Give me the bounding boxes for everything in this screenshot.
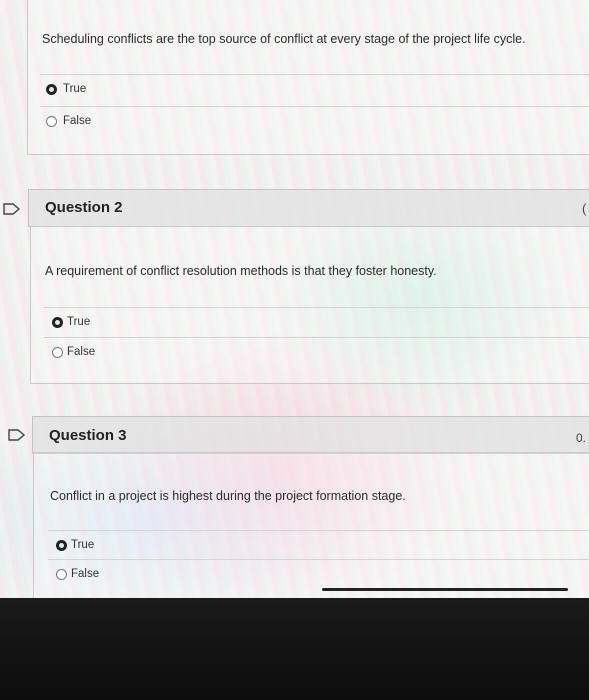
question-3-option-true[interactable]: True — [48, 530, 588, 561]
option-label: True — [71, 539, 95, 551]
option-label: False — [67, 346, 96, 358]
option-label: True — [67, 316, 91, 328]
radio-selected-icon[interactable] — [56, 540, 67, 551]
question-1-text: Scheduling conflicts are the top source … — [42, 32, 526, 46]
flag-icon — [8, 429, 26, 441]
scroll-indicator — [322, 588, 568, 591]
question-3-text: Conflict in a project is highest during … — [50, 489, 406, 503]
question-2-title: Question 2 — [45, 199, 123, 216]
radio-selected-icon[interactable] — [52, 317, 63, 328]
option-label: True — [63, 83, 87, 95]
radio-unselected-icon[interactable] — [46, 116, 57, 127]
option-label: False — [63, 115, 92, 127]
question-3-points: 0. — [576, 431, 587, 445]
radio-selected-icon[interactable] — [46, 84, 57, 95]
option-label: False — [71, 568, 100, 580]
radio-unselected-icon[interactable] — [56, 569, 67, 580]
screen-bezel — [0, 598, 589, 700]
quiz-screen: Scheduling conflicts are the top source … — [0, 0, 589, 598]
question-2-text: A requirement of conflict resolution met… — [45, 264, 437, 278]
radio-unselected-icon[interactable] — [52, 347, 63, 358]
question-2-option-false[interactable]: False — [44, 337, 589, 368]
flag-icon — [3, 203, 21, 215]
question-2-option-true[interactable]: True — [44, 307, 589, 338]
question-1-option-true[interactable]: True — [40, 74, 589, 105]
question-2-points: ( — [582, 201, 587, 216]
question-1-option-false[interactable]: False — [40, 106, 589, 137]
question-3-option-false[interactable]: False — [48, 559, 588, 590]
question-3-title: Question 3 — [49, 427, 127, 444]
